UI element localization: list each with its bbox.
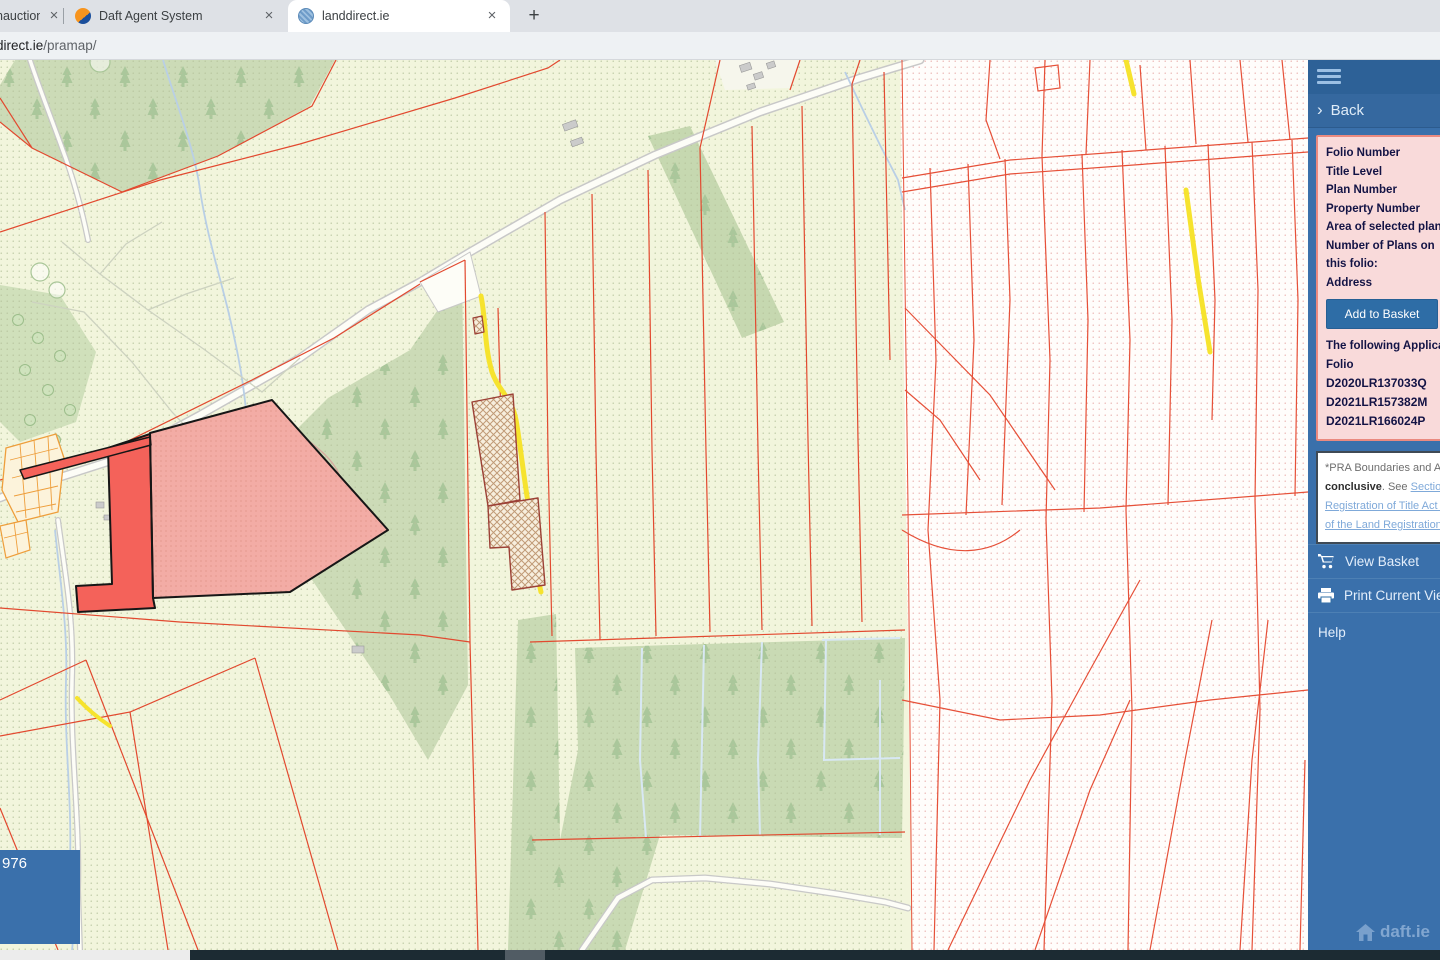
pending-apps-heading: The following Applications are pending o… — [1326, 337, 1440, 374]
url-bar[interactable]: direct.ie/pramap/ — [0, 32, 1440, 60]
disclaimer-line: Registration of Title Act 1964 and — [1325, 497, 1440, 516]
bottom-strip-segment — [505, 950, 545, 960]
tab-daft-agent-system[interactable]: Daft Agent System × — [67, 0, 285, 32]
url-domain: direct.ie — [0, 38, 43, 53]
landdirect-favicon-icon — [298, 8, 314, 24]
back-button[interactable]: › Back — [1308, 94, 1440, 128]
folio-field-line: Address — [1326, 274, 1440, 293]
tab-landdirect-label: landdirect.ie — [322, 9, 478, 23]
folio-field-line: Title Level — [1326, 163, 1440, 182]
daft-house-icon — [1356, 924, 1375, 941]
view-basket-button[interactable]: View Basket — [1308, 544, 1440, 578]
folio-overlay-box: 976 — [0, 850, 80, 944]
folio-field-line: Plan Number — [1326, 181, 1440, 200]
tab-divider — [63, 8, 64, 24]
map-sidebar: › Back Folio NumberTitle LevelPlan Numbe… — [1308, 60, 1440, 950]
right-townland — [900, 60, 1308, 950]
daft-favicon-icon — [75, 8, 91, 24]
pending-heading-line: Folio — [1326, 356, 1440, 375]
url-path: /pramap/ — [43, 38, 96, 53]
folio-field-line: this folio: — [1326, 255, 1440, 274]
folio-info-panel: Folio NumberTitle LevelPlan NumberProper… — [1316, 135, 1440, 441]
pending-folio-list: D2020LR137033QD2021LR157382MD2021LR16602… — [1326, 374, 1440, 431]
sidebar-menu-bar — [1308, 60, 1440, 94]
disclaimer-line: *PRA Boundaries and Areas are not — [1325, 459, 1440, 478]
pra-disclaimer-panel: *PRA Boundaries and Areas are notconclus… — [1316, 451, 1440, 544]
pending-folio-number: D2021LR166024P — [1326, 412, 1440, 431]
pending-heading-line: The following Applications are pending o… — [1326, 337, 1440, 356]
disclaimer-line: of the Land Registration Rules — [1325, 516, 1440, 535]
print-current-view-button[interactable]: Print Current View — [1308, 578, 1440, 612]
pending-folio-number: D2020LR137033Q — [1326, 374, 1440, 393]
folio-field-line: Number of Plans on — [1326, 237, 1440, 256]
disclaimer-link[interactable]: Registration of Title Act 1964 and — [1325, 500, 1440, 512]
bottom-task-strip — [0, 950, 1440, 960]
add-to-basket-button[interactable]: Add to Basket — [1326, 299, 1438, 329]
new-tab-button[interactable]: + — [522, 4, 546, 28]
tab-auction[interactable]: nauction × — [0, 0, 62, 32]
bottom-strip-light — [0, 950, 190, 960]
back-label: Back — [1331, 102, 1364, 119]
folio-overlay-label: 976 — [2, 855, 27, 872]
folio-field-list: Folio NumberTitle LevelPlan NumberProper… — [1326, 144, 1440, 292]
browser-window: nauction × Daft Agent System × landdirec… — [0, 0, 1440, 960]
browser-tab-bar: nauction × Daft Agent System × landdirec… — [0, 0, 1440, 32]
tab-auction-label: nauction — [0, 9, 40, 23]
folio-field-line: Area of selected plans — [1326, 218, 1440, 237]
disclaimer-link[interactable]: of the Land Registration Rules — [1325, 519, 1440, 531]
daft-watermark-label: daft.ie — [1380, 922, 1430, 942]
folio-field-line: Folio Number — [1326, 144, 1440, 163]
close-icon[interactable]: × — [261, 8, 277, 24]
map-canvas[interactable] — [0, 60, 1308, 950]
disclaimer-line: conclusive. See Section 85 of the — [1325, 478, 1440, 497]
print-current-view-label: Print Current View — [1344, 588, 1440, 603]
view-basket-label: View Basket — [1345, 554, 1419, 569]
cart-icon — [1318, 554, 1335, 569]
folio-field-line: Property Number — [1326, 200, 1440, 219]
pra-map[interactable] — [0, 60, 1308, 950]
chevron-right-icon: › — [1317, 100, 1323, 120]
hamburger-menu-icon[interactable] — [1317, 69, 1341, 87]
daft-watermark: daft.ie — [1356, 922, 1430, 942]
close-icon[interactable]: × — [46, 8, 62, 24]
printer-icon — [1318, 588, 1334, 603]
tab-landdirect-active[interactable]: landdirect.ie × — [288, 0, 510, 32]
help-link[interactable]: Help — [1318, 625, 1440, 640]
tab-daft-label: Daft Agent System — [99, 9, 255, 23]
pending-folio-number: D2021LR157382M — [1326, 393, 1440, 412]
divider — [1308, 612, 1440, 613]
close-icon[interactable]: × — [484, 8, 500, 24]
disclaimer-link[interactable]: Section 85 of the — [1411, 481, 1440, 493]
